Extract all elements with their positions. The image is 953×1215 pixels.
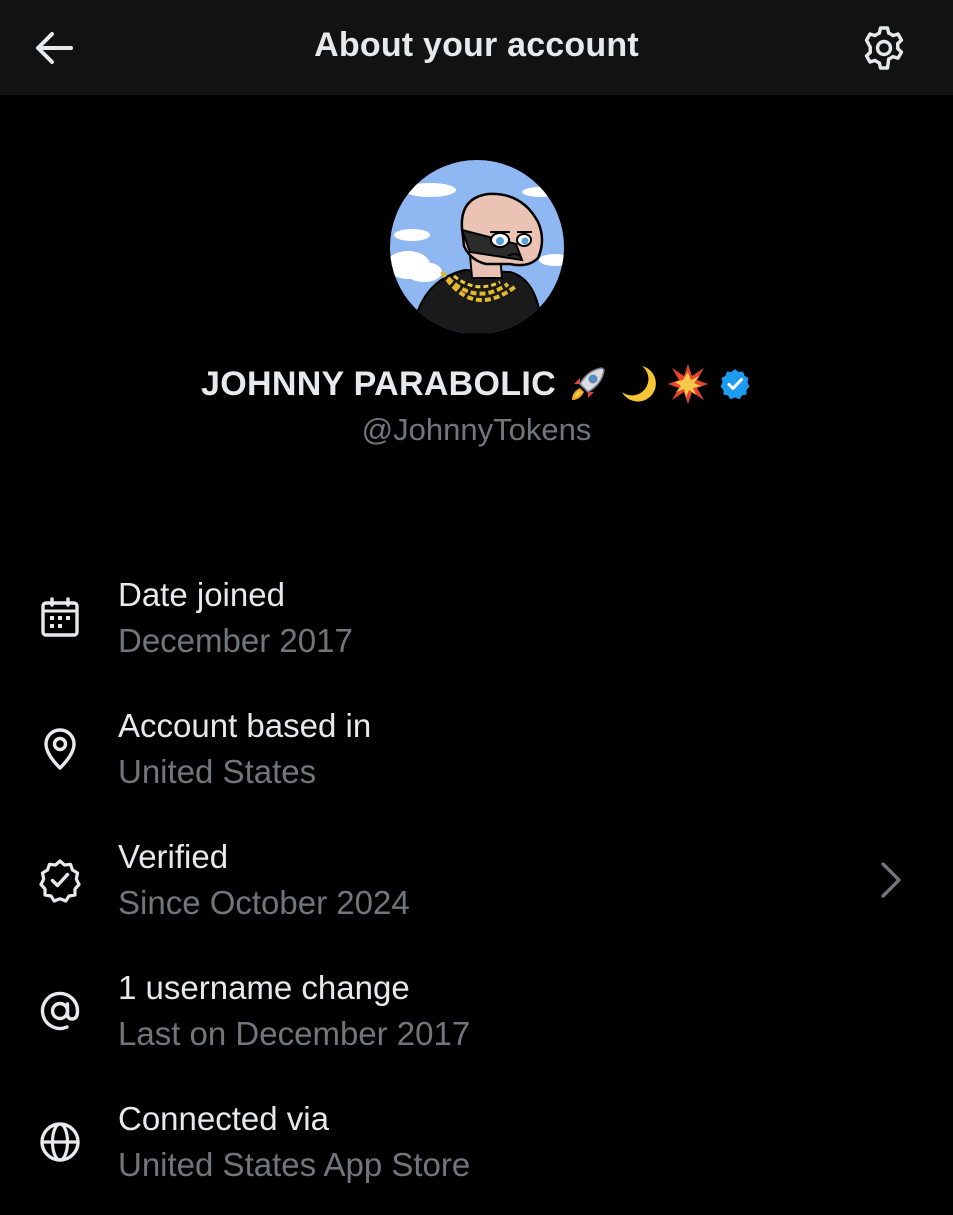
detail-row-verified[interactable]: Verified Since October 2024 [0, 822, 953, 953]
detail-row-date-joined: Date joined December 2017 [0, 560, 953, 691]
username-handle: @JohnnyTokens [361, 412, 592, 447]
detail-title: Connected via [118, 1100, 329, 1137]
detail-value: United States App Store [118, 1146, 471, 1183]
avatar[interactable] [390, 160, 564, 334]
location-pin-icon [44, 728, 76, 770]
detail-row-account-based-in: Account based in United States [0, 691, 953, 822]
calendar-icon [41, 597, 79, 637]
display-name-row: JOHNNY PARABOLIC [0, 362, 953, 406]
at-sign-icon [40, 991, 80, 1031]
detail-title: Account based in [118, 707, 372, 744]
detail-row-connected-via: Connected via United States App Store [0, 1084, 953, 1215]
detail-title: 1 username change [118, 969, 410, 1006]
detail-row-username-change: 1 username change Last on December 2017 [0, 953, 953, 1084]
detail-value: December 2017 [118, 622, 353, 659]
name-emojis [566, 362, 710, 406]
detail-value: Last on December 2017 [118, 1015, 471, 1052]
display-name: JOHNNY PARABOLIC [201, 364, 556, 403]
verified-badge-outline-icon [39, 859, 81, 903]
detail-value: United States [118, 753, 317, 790]
settings-button[interactable] [856, 22, 912, 74]
detail-title: Verified [118, 838, 229, 875]
gear-icon [864, 26, 904, 70]
page-title: About your account [314, 26, 639, 64]
top-app-bar: About your account [0, 0, 953, 95]
detail-value: Since October 2024 [118, 884, 410, 921]
rocket-emoji-icon [571, 367, 605, 400]
crescent-moon-emoji-icon [621, 366, 656, 402]
verified-badge-icon [720, 369, 750, 400]
account-details-list: Date joined December 2017 Account based … [0, 560, 953, 1215]
chevron-right-icon[interactable] [873, 858, 909, 902]
collision-emoji-icon [667, 364, 708, 404]
cartoon-character-avatar [390, 160, 564, 334]
globe-icon [40, 1122, 80, 1162]
detail-title: Date joined [118, 576, 285, 613]
